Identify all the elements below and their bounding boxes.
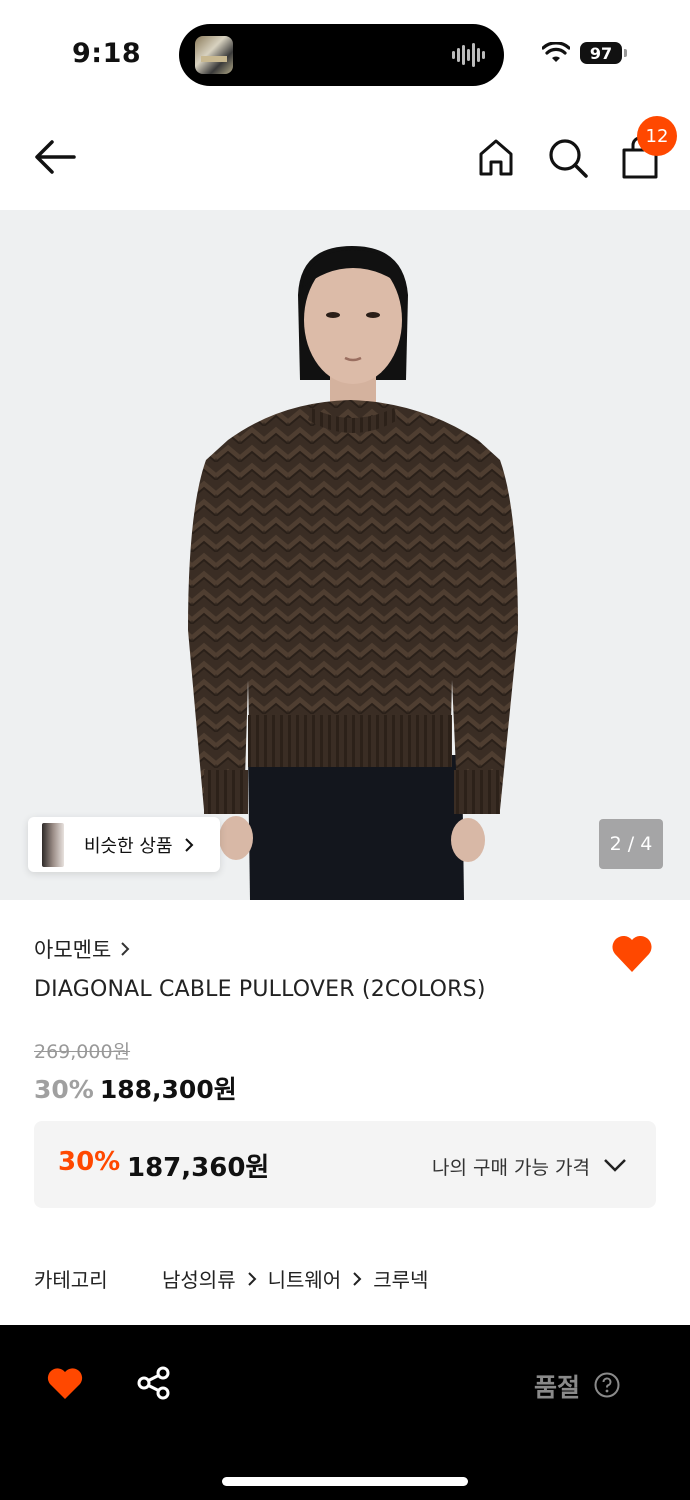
category-link[interactable]: 크루넥 bbox=[373, 1264, 428, 1293]
product-name: DIAGONAL CABLE PULLOVER (2COLORS) bbox=[34, 977, 486, 1002]
chevron-right-icon bbox=[121, 942, 130, 956]
share-icon[interactable] bbox=[136, 1365, 172, 1401]
status-time: 9:18 bbox=[72, 38, 142, 69]
heart-icon[interactable] bbox=[46, 1365, 84, 1401]
cart-count-badge: 12 bbox=[637, 116, 677, 156]
search-icon[interactable] bbox=[545, 135, 591, 181]
sale-price: 188,300원 bbox=[99, 1075, 237, 1104]
home-indicator[interactable] bbox=[222, 1477, 468, 1486]
discount-percent: 30% bbox=[34, 1075, 94, 1104]
my-price-dropdown[interactable]: 30% 187,360원 나의 구매 가능 가격 bbox=[34, 1121, 656, 1208]
battery-indicator: 97 bbox=[580, 42, 627, 64]
category-breadcrumb: 카테고리 남성의류 니트웨어 크루넥 bbox=[34, 1264, 428, 1293]
audio-wave-icon bbox=[452, 43, 485, 67]
chevron-down-icon bbox=[604, 1159, 626, 1172]
chevron-right-icon bbox=[184, 837, 193, 852]
category-link[interactable]: 남성의류 bbox=[162, 1264, 236, 1293]
home-icon[interactable] bbox=[474, 135, 518, 179]
brand-link[interactable]: 아모멘토 bbox=[34, 934, 131, 964]
top-nav bbox=[0, 105, 690, 210]
bottom-action-bar: 품절 bbox=[0, 1325, 690, 1500]
category-title: 카테고리 bbox=[34, 1268, 108, 1292]
now-playing-artwork bbox=[195, 36, 233, 74]
my-price-label: 나의 구매 가능 가격 bbox=[432, 1157, 590, 1179]
chevron-right-icon bbox=[247, 1271, 257, 1286]
my-price: 187,360원 bbox=[127, 1153, 270, 1183]
my-discount-percent: 30% bbox=[58, 1147, 121, 1177]
model-photo bbox=[188, 246, 518, 900]
back-arrow-icon[interactable] bbox=[32, 137, 78, 177]
wifi-icon bbox=[542, 42, 570, 62]
product-image[interactable] bbox=[0, 210, 690, 900]
chevron-right-icon bbox=[353, 1271, 362, 1286]
similar-products-button[interactable]: 비슷한 상품 bbox=[28, 817, 220, 872]
heart-icon[interactable] bbox=[610, 932, 654, 974]
similar-product-thumbnail bbox=[42, 822, 64, 867]
category-link[interactable]: 니트웨어 bbox=[268, 1264, 342, 1293]
status-bar: 9:18 97 bbox=[0, 0, 690, 105]
status-icons: 97 bbox=[542, 42, 627, 64]
similar-products-label: 비슷한 상품 bbox=[84, 835, 173, 857]
original-price: 269,000원 bbox=[34, 1041, 131, 1063]
sale-price-row: 30% 188,300원 bbox=[34, 1070, 237, 1106]
image-page-indicator: 2 / 4 bbox=[599, 819, 663, 869]
soldout-label: 품절 bbox=[534, 1373, 581, 1402]
help-icon[interactable] bbox=[594, 1372, 620, 1398]
dynamic-island[interactable] bbox=[179, 24, 504, 86]
brand-name: 아모멘토 bbox=[34, 938, 112, 962]
